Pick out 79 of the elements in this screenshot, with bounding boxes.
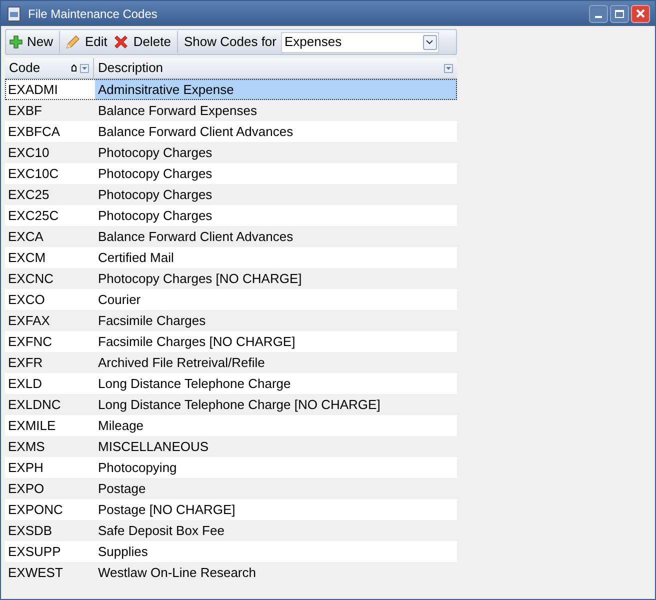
description-cell-text: Photocopy Charges	[97, 206, 214, 225]
code-cell-text: EXSDB	[7, 522, 54, 540]
description-cell-text: Facsimile Charges [NO CHARGE]	[97, 332, 296, 351]
codes-dropdown[interactable]: Expenses	[280, 32, 438, 52]
description-cell-text: Supplies	[97, 542, 149, 561]
code-cell-text: EXC10	[7, 144, 50, 162]
code-cell-text: EXBFCA	[7, 122, 62, 141]
table-row[interactable]: EXLDNC Long Distance Telephone Charge [NO CHARGE]	[5, 394, 457, 415]
minimize-button[interactable]	[589, 4, 608, 22]
table-row[interactable]: EXCA Balance Forward Client Advances	[5, 226, 457, 247]
table-row[interactable]: EXBF Balance Forward Expenses	[5, 100, 457, 121]
table-row[interactable]: EXWEST Westlaw On-Line Research	[5, 562, 457, 583]
code-cell-text: EXPONC	[7, 500, 64, 519]
window-icon	[6, 6, 22, 22]
code-cell-text: EXLD	[7, 374, 43, 393]
plus-icon	[9, 35, 23, 49]
table-row[interactable]: EXFR Archived File Retreival/Refile	[5, 352, 457, 373]
description-cell: Adminsitrative Expense	[95, 79, 457, 100]
description-cell-text: Postage [NO CHARGE]	[97, 500, 236, 519]
code-cell-text: EXMS	[7, 438, 46, 456]
description-cell-text: Balance Forward Expenses	[97, 102, 258, 120]
code-cell-text: EXC25C	[7, 206, 60, 225]
table-row[interactable]: EXSDB Safe Deposit Box Fee	[5, 520, 457, 541]
delete-icon	[113, 34, 130, 50]
description-cell-text: Facsimile Charges	[97, 312, 207, 330]
table-row[interactable]: EXC25 Photocopy Charges	[5, 184, 457, 205]
description-cell-text: Photocopy Charges	[97, 144, 214, 162]
code-cell-text: EXCO	[7, 290, 46, 309]
description-cell-text: Photocopy Charges	[97, 164, 214, 183]
pencil-icon	[65, 34, 82, 50]
description-cell-text: Safe Deposit Box Fee	[97, 522, 226, 540]
description-cell-text: Long Distance Telephone Charge [NO CHARGE]	[97, 396, 382, 414]
code-cell-text: EXC10C	[7, 164, 60, 183]
description-cell-text: MISCELLANEOUS	[97, 438, 210, 456]
code-cell-text: EXC25	[7, 186, 50, 204]
code-cell-text: EXCA	[7, 228, 44, 246]
description-cell-text: Photocopy Charges	[97, 186, 214, 204]
table-row[interactable]: EXC10 Photocopy Charges	[5, 142, 457, 163]
table-row[interactable]: EXPO Postage	[5, 478, 457, 499]
description-cell-text: Westlaw On-Line Research	[97, 564, 257, 582]
code-cell-text: EXSUPP	[7, 542, 62, 561]
delete-button[interactable]: Delete	[110, 31, 174, 53]
code-cell-text: EXFR	[7, 354, 44, 372]
description-cell-text: Courier	[97, 290, 142, 309]
description-cell-text: Mileage	[97, 416, 145, 435]
code-cell-text: EXADMI	[7, 80, 59, 99]
code-cell-text: EXCNC	[7, 270, 55, 288]
code-cell-text: EXBF	[7, 102, 43, 120]
table-row[interactable]: EXADMI Adminsitrative Expense	[5, 79, 457, 100]
table-row[interactable]: EXMS MISCELLANEOUS	[5, 436, 457, 457]
description-cell-text: Archived File Retreival/Refile	[97, 354, 266, 372]
new-button[interactable]: New	[6, 31, 56, 53]
code-cell-text: EXCM	[7, 248, 47, 267]
table-row[interactable]: EXFAX Facsimile Charges	[5, 310, 457, 331]
maximize-button[interactable]	[610, 4, 629, 22]
code-cell-text: EXPH	[7, 458, 44, 477]
code-cell-text: EXLDNC	[7, 396, 62, 414]
description-cell-text: Balance Forward Client Advances	[97, 228, 294, 246]
table-row[interactable]: EXCNC Photocopy Charges [NO CHARGE]	[5, 268, 457, 289]
code-cell-text: EXWEST	[7, 564, 64, 582]
description-cell-text: Photocopy Charges [NO CHARGE]	[97, 270, 303, 288]
code-cell-text: EXFNC	[7, 332, 54, 351]
filter-label: Show Codes for	[184, 33, 276, 52]
column-header[interactable]: Code	[5, 58, 94, 78]
code-cell-text: EXMILE	[7, 416, 57, 435]
code-cell-text: EXPO	[7, 480, 46, 498]
description-cell-text: Photocopying	[97, 458, 178, 477]
close-icon	[636, 9, 645, 18]
description-cell-text: Certified Mail	[97, 248, 175, 267]
code-cell-text: EXFAX	[7, 312, 51, 330]
description-cell-text: Balance Forward Client Advances	[97, 122, 294, 141]
edit-button[interactable]: Edit	[59, 31, 110, 53]
window-title: File Maintenance Codes	[28, 6, 158, 22]
column-header[interactable]: Description	[94, 58, 457, 78]
description-cell-text: Long Distance Telephone Charge	[97, 374, 292, 393]
close-button[interactable]	[631, 4, 650, 22]
filter-icon[interactable]	[444, 64, 453, 72]
description-cell-text: Postage	[97, 480, 147, 498]
filter-icon[interactable]	[80, 64, 89, 72]
